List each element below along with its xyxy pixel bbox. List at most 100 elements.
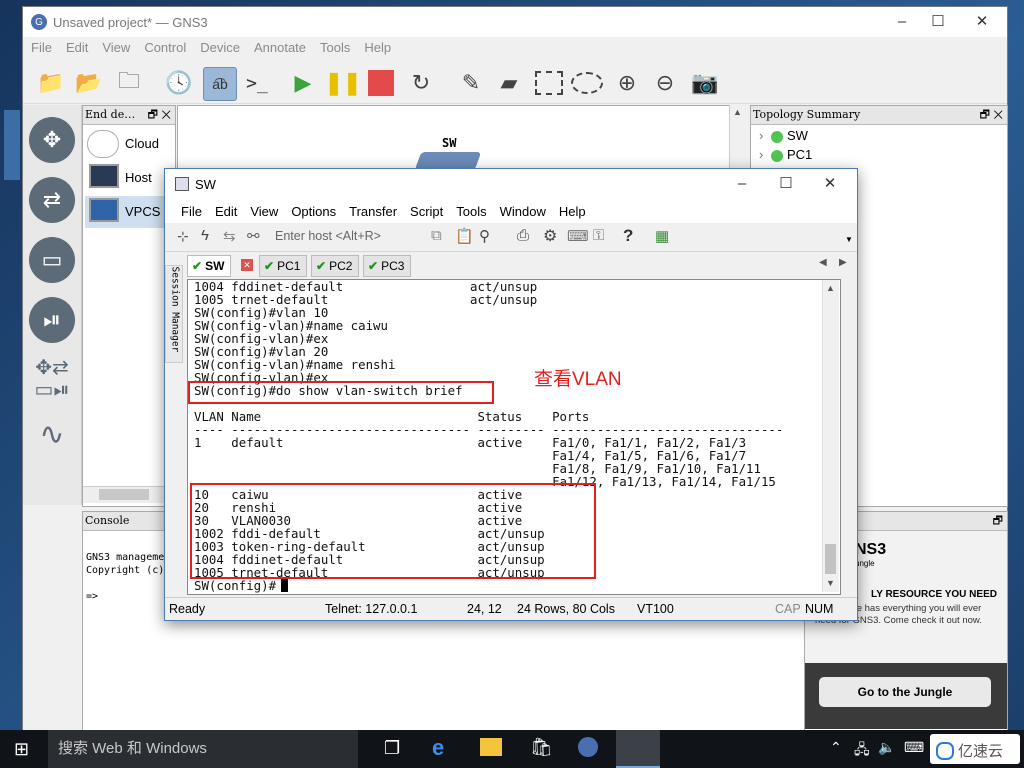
securecrt-taskbar-icon[interactable] xyxy=(616,730,660,768)
minimize-button[interactable]: – xyxy=(733,175,751,193)
start-icon[interactable]: ⊞ xyxy=(14,739,29,760)
tab-scroll-left-icon[interactable]: ◀ xyxy=(819,257,827,268)
status-dot-icon xyxy=(770,130,783,143)
connect-icon[interactable]: ⊹ xyxy=(177,228,189,245)
task-view-icon[interactable]: ❐ xyxy=(384,738,400,759)
menu-view[interactable]: View xyxy=(250,204,278,219)
keymap-icon[interactable]: ⌨ xyxy=(567,227,589,245)
topology-item[interactable]: › PC1 xyxy=(759,147,812,162)
save-project-icon[interactable]: 🗀 xyxy=(113,67,145,99)
topology-item[interactable]: › SW xyxy=(759,128,808,143)
tab-scroll-right-icon[interactable]: ▶ xyxy=(839,257,847,268)
file-explorer-icon[interactable] xyxy=(480,738,502,756)
tab-pc1[interactable]: ✔ PC1 xyxy=(259,255,308,277)
all-devices-icon[interactable]: ✥⇄ ▭⏯ xyxy=(29,357,75,403)
menu-help[interactable]: Help xyxy=(364,40,391,55)
help-icon[interactable]: ? xyxy=(623,226,633,246)
maximize-button[interactable]: ☐ xyxy=(777,175,795,193)
store-icon[interactable]: 🛍 xyxy=(530,737,553,758)
menu-options[interactable]: Options xyxy=(291,204,336,219)
zoom-out-icon[interactable]: ⊖ xyxy=(649,67,681,99)
suspend-all-icon[interactable]: ❚❚ xyxy=(325,67,362,99)
insert-picture-icon[interactable]: ▰ xyxy=(493,67,525,99)
options-icon[interactable]: ▦ xyxy=(655,227,669,245)
menu-script[interactable]: Script xyxy=(410,204,443,219)
stop-all-icon[interactable] xyxy=(365,67,397,99)
volume-icon[interactable]: 🔈 xyxy=(878,739,895,756)
zoom-in-icon[interactable]: ⊕ xyxy=(611,67,643,99)
draw-ellipse-icon[interactable] xyxy=(571,67,603,99)
device-vpcs[interactable]: VPCS xyxy=(85,196,173,228)
taskbar-search-input[interactable]: 搜索 Web 和 Windows xyxy=(48,730,358,768)
find-icon[interactable]: ⚲ xyxy=(479,227,490,245)
horizontal-scrollbar[interactable] xyxy=(83,486,173,503)
start-all-icon[interactable]: ▶ xyxy=(287,67,319,99)
paste-icon[interactable]: 📋 xyxy=(455,227,474,245)
session-manager-tab[interactable]: Session Manager xyxy=(165,265,183,363)
network-icon[interactable]: 🖧 xyxy=(854,739,870,763)
screenshot-icon[interactable]: 📷 xyxy=(689,67,721,99)
watermark-logo: 亿速云 xyxy=(930,734,1020,764)
menu-edit[interactable]: Edit xyxy=(66,40,88,55)
console-all-icon[interactable]: >_ xyxy=(241,67,273,99)
minimize-button[interactable]: – xyxy=(893,13,911,31)
menu-edit[interactable]: Edit xyxy=(215,204,237,219)
session-tabs: ✔ SW ✕ ✔ PC1 ✔ PC2 ✔ PC3 ◀ ▶ xyxy=(165,253,857,277)
add-note-icon[interactable]: ✎ xyxy=(455,67,487,99)
terminal-scrollbar[interactable]: ▲ ▼ xyxy=(822,280,839,592)
menu-window[interactable]: Window xyxy=(500,204,546,219)
edge-icon[interactable]: e xyxy=(432,735,444,761)
status-ready: Ready xyxy=(169,602,206,616)
check-icon: ✔ xyxy=(368,259,379,273)
menu-help[interactable]: Help xyxy=(559,204,586,219)
menu-file[interactable]: File xyxy=(31,40,52,55)
terminal-screen[interactable]: 1004 fddinet-default act/unsup 1005 trne… xyxy=(187,279,841,595)
status-terminal-type: VT100 xyxy=(637,602,674,616)
go-to-jungle-button[interactable]: Go to the Jungle xyxy=(819,677,991,707)
tab-close-icon[interactable]: ✕ xyxy=(241,259,253,271)
maximize-button[interactable]: ☐ xyxy=(929,13,947,31)
menu-device[interactable]: Device xyxy=(200,40,240,55)
quick-connect-icon[interactable]: ϟ xyxy=(201,227,209,244)
tray-chevron-icon[interactable]: ⌃ xyxy=(830,739,842,756)
new-project-icon[interactable]: 📁 xyxy=(35,67,67,99)
tab-pc2[interactable]: ✔ PC2 xyxy=(311,255,360,277)
menu-control[interactable]: Control xyxy=(144,40,186,55)
status-connection: Telnet: 127.0.0.1 xyxy=(325,602,418,616)
tab-pc3[interactable]: ✔ PC3 xyxy=(363,255,412,277)
enter-host-input[interactable]: Enter host <Alt+R> xyxy=(275,229,381,243)
gns3-taskbar-icon[interactable] xyxy=(578,737,598,757)
end-devices-icon[interactable]: ▭ xyxy=(29,237,75,283)
add-link-icon[interactable]: ∿ xyxy=(29,417,75,463)
menu-transfer[interactable]: Transfer xyxy=(349,204,397,219)
watermark-icon xyxy=(936,742,954,760)
copy-icon[interactable]: ⧉ xyxy=(431,227,442,244)
open-project-icon[interactable]: 📂 xyxy=(73,67,105,99)
keyboard-icon[interactable]: ⌨ xyxy=(904,739,924,756)
console-output[interactable]: GNS3 manageme Copyright (c) => xyxy=(86,538,164,603)
switches-icon[interactable]: ⇄ xyxy=(29,177,75,223)
menu-file[interactable]: File xyxy=(181,204,202,219)
show-interface-labels-icon[interactable]: a͡b xyxy=(203,67,237,101)
reconnect-icon[interactable]: ⇆ xyxy=(223,227,236,245)
security-devices-icon[interactable]: ⏯ xyxy=(29,297,75,343)
close-button[interactable]: ✕ xyxy=(821,175,839,193)
crt-menubar: File Edit View Options Transfer Script Tools Wi… xyxy=(165,199,857,223)
snapshot-clock-icon[interactable]: 🕓 xyxy=(163,67,195,99)
device-cloud[interactable]: Cloud xyxy=(85,128,173,160)
sftp-icon[interactable]: ⚿ xyxy=(593,227,604,244)
reload-all-icon[interactable]: ↻ xyxy=(405,67,437,99)
print-icon[interactable]: ⎙ xyxy=(517,227,529,244)
routers-icon[interactable]: ✥ xyxy=(29,117,75,163)
menu-annotate[interactable]: Annotate xyxy=(254,40,306,55)
draw-rectangle-icon[interactable] xyxy=(533,67,565,99)
settings-icon[interactable]: ⚙ xyxy=(543,226,557,246)
toolbar-overflow-icon[interactable]: ▼ xyxy=(845,235,853,244)
device-host[interactable]: Host xyxy=(85,162,173,194)
menu-tools[interactable]: Tools xyxy=(320,40,350,55)
close-button[interactable]: ✕ xyxy=(973,13,991,31)
tab-sw[interactable]: ✔ SW xyxy=(187,255,232,277)
menu-tools[interactable]: Tools xyxy=(456,204,486,219)
menu-view[interactable]: View xyxy=(102,40,130,55)
disconnect-icon[interactable]: ⚯ xyxy=(247,227,260,245)
